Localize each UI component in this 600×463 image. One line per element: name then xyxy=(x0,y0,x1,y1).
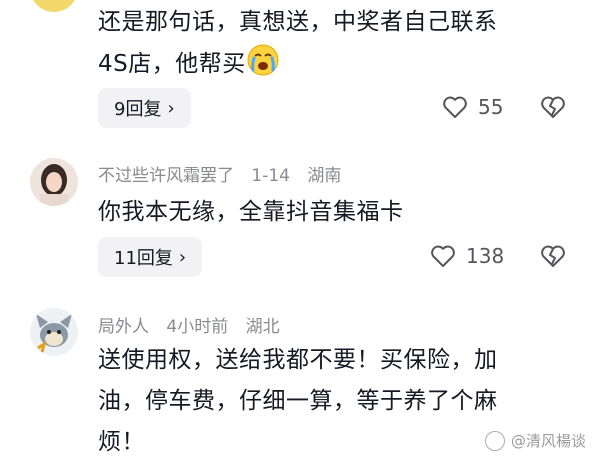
replies-button[interactable]: 11回复 › xyxy=(98,237,203,277)
comment-location: 湖南 xyxy=(307,166,342,186)
comment-date: 4小时前 xyxy=(166,317,229,337)
crying-face-icon xyxy=(247,44,279,76)
replies-button[interactable]: 9回复 › xyxy=(98,88,191,128)
avatar[interactable] xyxy=(30,0,78,12)
like-button[interactable]: 55 xyxy=(442,95,503,119)
comment-meta: 不过些许风霜罢了 1-14 湖南 xyxy=(98,161,353,186)
comment-location: 湖北 xyxy=(245,317,280,337)
watermark: @清风楊谈 xyxy=(484,430,586,451)
comment-text: 你我本无缘，全靠抖音集福卡 xyxy=(98,199,404,225)
heart-icon xyxy=(443,96,467,118)
broken-heart-icon[interactable] xyxy=(540,244,566,268)
like-count: 138 xyxy=(466,244,505,268)
author-name[interactable]: 不过些许风霜罢了 xyxy=(98,166,234,186)
author-name[interactable]: 局外人 xyxy=(98,317,149,337)
comment-text: 还是那句话，真想送，中奖者自己联系 4S店，他帮买 xyxy=(98,9,498,77)
chevron-right-icon: › xyxy=(178,246,187,268)
avatar[interactable] xyxy=(30,308,78,356)
avatar[interactable] xyxy=(30,158,78,206)
like-button[interactable]: 138 xyxy=(430,244,504,268)
comment-date: 1-14 xyxy=(251,166,290,186)
comment-meta: 局外人 4小时前 湖北 xyxy=(98,312,292,337)
chevron-right-icon: › xyxy=(167,97,175,119)
like-count: 55 xyxy=(478,95,504,119)
heart-icon xyxy=(431,245,455,267)
watermark-logo-icon xyxy=(484,430,505,451)
broken-heart-icon[interactable] xyxy=(540,95,566,119)
